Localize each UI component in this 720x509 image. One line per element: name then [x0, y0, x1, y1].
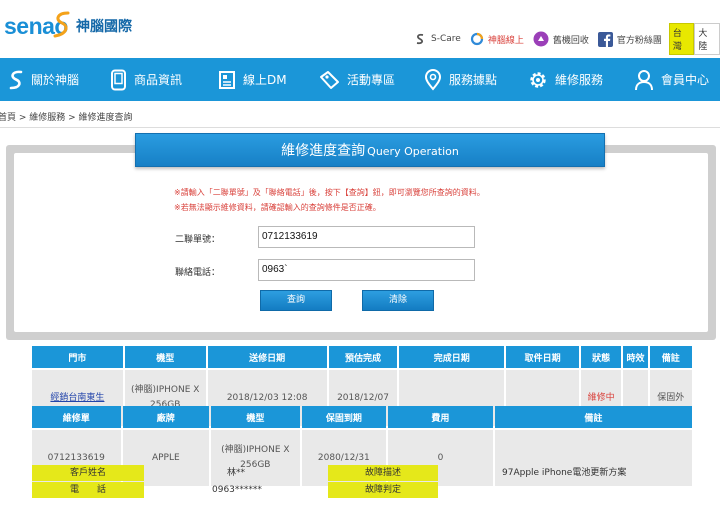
senao-logo[interactable]: senao 神腦國際 — [4, 11, 132, 38]
customer-info-row: 客戶姓名 林** 故障描述 97Apple iPhone電池更新方案 — [32, 465, 688, 482]
table-header: 完成日期 — [399, 346, 505, 368]
table-header: 取件日期 — [506, 346, 579, 368]
order-number-label: 二聯單號： — [175, 235, 221, 245]
gear-icon — [530, 71, 546, 88]
top-link-label: 舊機回收 — [552, 35, 589, 46]
region-china[interactable]: 大陸 — [694, 23, 720, 55]
order-number-input[interactable]: 0712133619 — [258, 226, 475, 248]
panel-title-cn: 維修進度查詢 — [281, 143, 366, 159]
recycle-icon — [533, 31, 549, 47]
customer-name-label: 客戶姓名 — [32, 465, 144, 481]
table-header: 門市 — [32, 346, 123, 368]
panel-title-en: Query Operation — [367, 145, 459, 158]
table-header: 機型 — [211, 406, 300, 428]
table-header: 機型 — [124, 346, 206, 368]
panel-title: 維修進度查詢 Query Operation — [135, 133, 605, 167]
nav-item-about[interactable]: 關於神腦 — [8, 58, 79, 101]
nav-item-products[interactable]: 商品資訊 — [110, 58, 182, 101]
instruction-note: ※若無法顯示維修資料，請確認輸入的查詢條件是否正確。 — [174, 203, 381, 212]
divider — [0, 127, 720, 128]
table-header: 預估完成 — [328, 346, 398, 368]
top-links: S-Care 神腦線上 舊機回收 官方粉絲團 台灣 大陸 — [413, 23, 720, 55]
top-link-label: 官方粉絲團 — [616, 35, 662, 46]
table-header-row: 維修單 廠牌 機型 保固到期 費用 備註 — [32, 406, 692, 428]
fault-judgment-label: 故障判定 — [328, 482, 438, 498]
nav-label: 商品資訊 — [134, 73, 183, 87]
logo-chinese: 神腦國際 — [75, 19, 132, 35]
nav-item-events[interactable]: 活動專區 — [318, 58, 395, 101]
phone-icon — [111, 69, 126, 90]
location-pin-icon — [424, 68, 442, 91]
top-link-senao-online[interactable]: 神腦線上 — [470, 32, 524, 46]
user-icon — [635, 69, 653, 90]
customer-info-row: 電 話 0963****** 故障判定 — [32, 482, 688, 499]
table-header: 備註 — [494, 406, 692, 428]
nav-item-online-dm[interactable]: 線上DM — [218, 58, 287, 101]
facebook-icon — [597, 31, 613, 47]
store-link[interactable]: 經銷台南東生 — [50, 393, 104, 403]
top-link-label: S-Care — [431, 34, 461, 44]
breadcrumb: 首頁 > 維修服務 > 維修進度查詢 — [0, 113, 133, 123]
table-header: 備註 — [649, 346, 692, 368]
logo-mark-icon — [53, 11, 70, 38]
region-switch: 台灣 大陸 — [668, 23, 720, 55]
senao-s-icon — [9, 70, 23, 89]
table-header: 狀態 — [580, 346, 622, 368]
query-button[interactable]: 查詢 — [260, 290, 332, 311]
customer-name-value: 林** — [227, 468, 246, 478]
fault-description-value: 97Apple iPhone電池更新方案 — [502, 468, 627, 478]
main-nav: 關於神腦 商品資訊 線上DM 活動專區 服務據點 維修服務 會員中心 — [0, 58, 720, 101]
table-header: 送修日期 — [207, 346, 327, 368]
phone-value: 0963****** — [212, 485, 262, 495]
s-care-icon — [416, 33, 424, 45]
nav-label: 會員中心 — [661, 73, 710, 87]
nav-label: 服務據點 — [449, 73, 498, 87]
nav-label: 關於神腦 — [31, 73, 80, 87]
ticket-icon — [320, 70, 339, 89]
instruction-note: ※請輸入「二聯單號」及「聯絡電話」後，按下【查詢】鈕，即可瀏覽您所查詢的資料。 — [174, 188, 485, 197]
nav-label: 活動專區 — [347, 73, 396, 87]
nav-item-repair-service[interactable]: 維修服務 — [528, 58, 603, 101]
top-link-label: 神腦線上 — [487, 35, 524, 46]
top-link-facebook[interactable]: 官方粉絲團 — [597, 31, 662, 47]
nav-item-member-center[interactable]: 會員中心 — [634, 58, 709, 101]
fault-description-label: 故障描述 — [328, 465, 438, 481]
dm-icon — [219, 70, 235, 89]
nav-item-service-locations[interactable]: 服務據點 — [424, 58, 497, 101]
top-link-recycle[interactable]: 舊機回收 — [533, 31, 589, 47]
table-header-row: 門市 機型 送修日期 預估完成 完成日期 取件日期 狀態 時效 備註 — [32, 346, 692, 368]
nav-label: 維修服務 — [555, 73, 604, 87]
table-header: 保固到期 — [301, 406, 387, 428]
clear-button[interactable]: 清除 — [362, 290, 434, 311]
phone-input[interactable]: 0963` — [258, 259, 475, 281]
table-header: 維修單 — [32, 406, 121, 428]
region-taiwan[interactable]: 台灣 — [668, 23, 695, 55]
table-header: 費用 — [388, 406, 493, 428]
table-header: 時效 — [623, 346, 648, 368]
phone-label: 電 話 — [32, 482, 144, 498]
nav-label: 線上DM — [243, 73, 287, 87]
phone-label: 聯絡電話： — [175, 268, 221, 278]
table-header: 廠牌 — [122, 406, 210, 428]
site-header: senao 神腦國際 S-Care 神腦線上 舊機回收 官方粉絲團 台灣 大陸 — [0, 0, 720, 58]
senao-online-icon — [470, 32, 483, 46]
top-link-s-care[interactable]: S-Care — [413, 32, 461, 46]
